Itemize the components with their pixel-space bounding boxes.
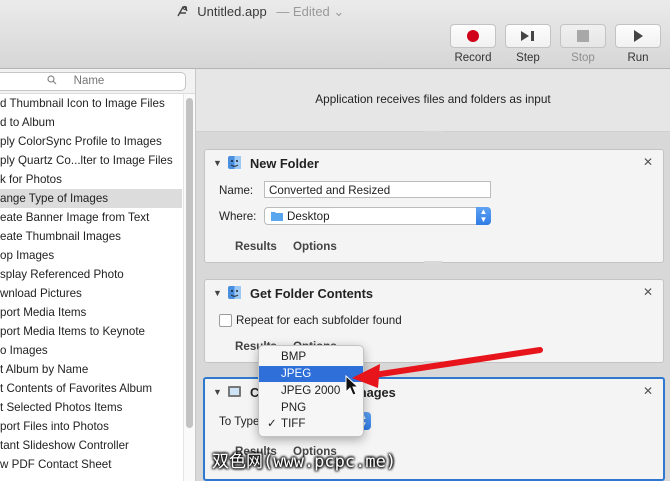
red-arrow-annotation xyxy=(345,347,543,396)
watermark-text: 双色网(www.pcpc.me) xyxy=(212,452,397,472)
